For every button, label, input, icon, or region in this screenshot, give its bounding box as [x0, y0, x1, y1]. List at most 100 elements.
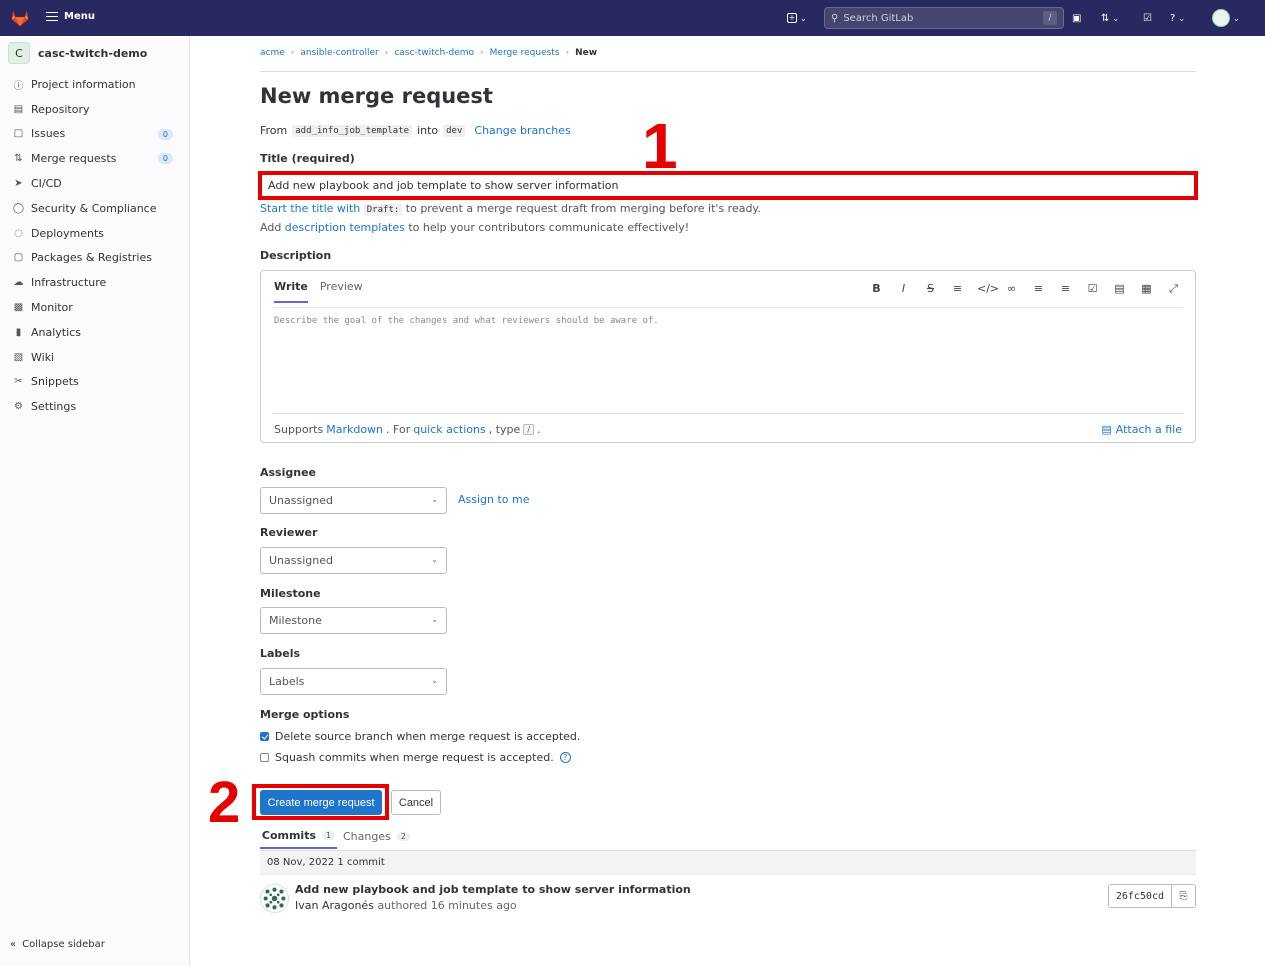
divider [273, 413, 1183, 414]
assignee-select[interactable]: Unassigned ⌄ [260, 487, 447, 514]
sidebar-item-issues[interactable]: □ Issues 0 [0, 122, 189, 147]
sidebar-item-label: Project information [31, 77, 136, 91]
assignee-label: Assignee [260, 466, 317, 479]
info-icon: ⓘ [13, 80, 24, 92]
collapsible-icon[interactable]: ▤ [1112, 282, 1127, 296]
tab-changes[interactable]: Changes 2 [343, 823, 410, 849]
attach-file-button[interactable]: ▤ Attach a file [1101, 423, 1182, 436]
sidebar-item-repository[interactable]: ▤ Repository [0, 97, 189, 122]
commit-time: authored 16 minutes ago [377, 899, 517, 912]
menu-button[interactable]: Menu [46, 11, 95, 22]
commit-title[interactable]: Add new playbook and job template to sho… [295, 883, 691, 896]
reviewer-select[interactable]: Unassigned ⌄ [260, 547, 447, 574]
merge-requests-shortcut-button[interactable]: ⇅ ⌄ [1101, 9, 1119, 27]
assign-to-me-link[interactable]: Assign to me [458, 493, 530, 506]
task-list-icon[interactable]: ☑ [1085, 282, 1100, 296]
sidebar-item-infrastructure[interactable]: ☁ Infrastructure [0, 270, 189, 295]
clipboard-icon: ⎘ [1179, 890, 1188, 902]
image-icon: ▤ [1101, 423, 1112, 436]
help-button[interactable]: ? ⌄ [1170, 9, 1185, 27]
divider [260, 71, 1196, 72]
target-branch: dev [443, 124, 466, 137]
labels-value: Labels [269, 675, 305, 688]
cancel-button[interactable]: Cancel [391, 790, 441, 815]
sidebar-item-wiki[interactable]: ▧ Wiki [0, 345, 189, 370]
breadcrumb-item[interactable]: casc-twitch-demo [394, 48, 474, 58]
sidebar-item-security[interactable]: ◯ Security & Compliance [0, 196, 189, 221]
tab-commits[interactable]: Commits 1 [260, 823, 337, 849]
breadcrumb-item[interactable]: Merge requests [490, 48, 560, 58]
link-icon[interactable]: ∞ [1004, 282, 1019, 296]
table-icon[interactable]: ▦ [1139, 282, 1154, 296]
footer-text: , type [488, 423, 521, 436]
create-new-button[interactable]: + ⌄ [787, 9, 807, 27]
fullscreen-icon[interactable]: ⤢ [1166, 282, 1181, 296]
scissors-icon: ✂ [14, 376, 23, 388]
annotation-number-2: 2 [208, 770, 241, 835]
chevron-down-icon: ⌄ [1178, 13, 1186, 23]
issues-shortcut-button[interactable]: ▣ [1072, 9, 1081, 27]
sidebar-item-label: Settings [31, 400, 77, 414]
strikethrough-icon[interactable]: S [923, 282, 938, 296]
tab-write[interactable]: Write [274, 280, 308, 303]
change-branches-link[interactable]: Change branches [474, 124, 570, 137]
description-label: Description [260, 249, 332, 262]
sidebar-item-project-information[interactable]: ⓘ Project information [0, 72, 189, 97]
description-templates-link[interactable]: description templates [285, 221, 405, 234]
delete-source-branch-checkbox[interactable] [260, 732, 269, 741]
breadcrumb-item[interactable]: acme [260, 48, 285, 58]
labels-select[interactable]: Labels ⌄ [260, 668, 447, 695]
italic-icon[interactable]: I [896, 282, 911, 296]
project-name: casc-twitch-demo [38, 46, 148, 60]
description-textarea[interactable]: Describe the goal of the changes and wha… [274, 316, 659, 326]
sidebar-item-monitor[interactable]: ▩ Monitor [0, 295, 189, 320]
sidebar-item-analytics[interactable]: ▮ Analytics [0, 320, 189, 345]
search-shortcut-key: / [1043, 11, 1057, 25]
templates-hint: Add description templates to help your c… [260, 221, 689, 234]
commit-sha[interactable]: 26fc50cd [1107, 884, 1172, 908]
commit-author[interactable]: Ivan Aragonés [295, 899, 374, 912]
sidebar-item-label: Security & Compliance [31, 201, 157, 215]
collapse-sidebar-button[interactable]: « Collapse sidebar [10, 939, 105, 950]
squash-commits-checkbox[interactable] [260, 753, 269, 762]
search-input[interactable]: ⚲ Search GitLab / [824, 7, 1064, 29]
gitlab-logo-icon[interactable] [9, 7, 31, 29]
merge-request-icon: ⇅ [14, 153, 23, 165]
quote-icon[interactable]: ≡ [950, 282, 965, 296]
todos-button[interactable]: ☑ [1143, 9, 1152, 27]
delete-source-branch-option[interactable]: Delete source branch when merge request … [260, 730, 580, 743]
milestone-select[interactable]: Milestone ⌄ [260, 607, 447, 634]
sidebar-item-merge-requests[interactable]: ⇅ Merge requests 0 [0, 146, 189, 171]
quick-actions-link[interactable]: quick actions [413, 423, 486, 436]
draft-hint-link[interactable]: Start the title with [260, 202, 360, 215]
bullet-list-icon[interactable]: ≡ [1031, 282, 1046, 296]
draft-hint: Start the title with Draft: to prevent a… [260, 202, 761, 216]
code-icon[interactable]: </> [977, 282, 999, 296]
chevron-down-icon: ⌄ [1112, 13, 1120, 23]
sidebar-item-settings[interactable]: ⚙ Settings [0, 394, 189, 419]
sidebar-item-label: Infrastructure [31, 276, 107, 290]
create-merge-request-button[interactable]: Create merge request [260, 790, 382, 815]
sidebar-item-packages[interactable]: ▢ Packages & Registries [0, 246, 189, 271]
title-input[interactable]: Add new playbook and job template to sho… [258, 171, 1198, 200]
chevron-down-icon: ⌄ [431, 555, 438, 564]
bold-icon[interactable]: B [869, 282, 884, 296]
breadcrumb: acme › ansible-controller › casc-twitch-de… [260, 48, 598, 58]
sidebar-item-label: Monitor [31, 301, 73, 315]
project-header[interactable]: C casc-twitch-demo [8, 42, 147, 64]
user-menu-button[interactable]: ⌄ [1212, 9, 1240, 27]
copy-sha-button[interactable]: ⎘ [1171, 884, 1196, 908]
merge-request-icon: ⇅ [1101, 12, 1110, 24]
sidebar-item-deployments[interactable]: ◌ Deployments [0, 221, 189, 246]
breadcrumb-item[interactable]: ansible-controller [300, 48, 378, 58]
help-icon[interactable]: ? [559, 752, 571, 763]
search-icon: ⚲ [831, 12, 839, 24]
tab-preview[interactable]: Preview [320, 280, 363, 303]
numbered-list-icon[interactable]: ≡ [1058, 282, 1073, 296]
sidebar-item-cicd[interactable]: ➤ CI/CD [0, 171, 189, 196]
issues-icon: □ [13, 128, 24, 140]
issues-icon: ▣ [1072, 12, 1082, 24]
markdown-link[interactable]: Markdown [326, 423, 383, 436]
sidebar-item-snippets[interactable]: ✂ Snippets [0, 370, 189, 395]
squash-commits-option[interactable]: Squash commits when merge request is acc… [260, 751, 571, 764]
